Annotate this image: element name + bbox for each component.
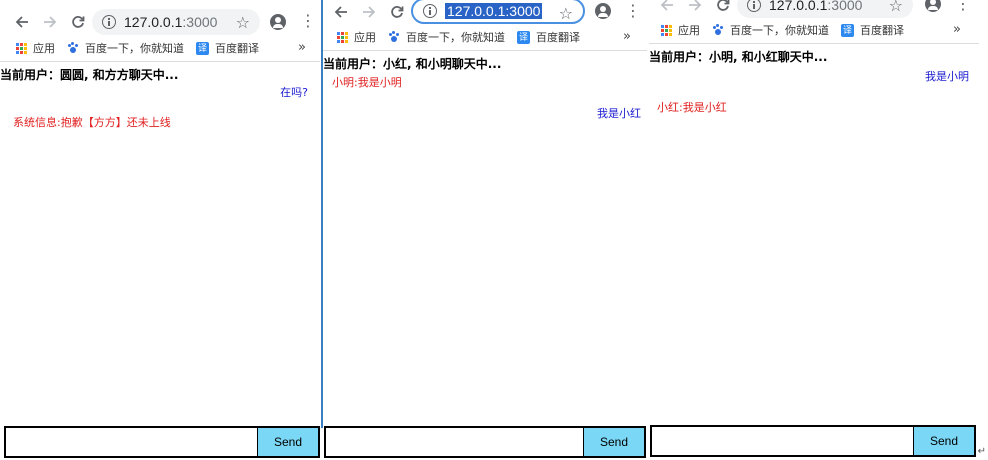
chat-title: 当前用户：小红, 和小明聊天中... <box>323 57 502 71</box>
bookmark-apps[interactable]: 应用 <box>16 40 55 56</box>
chat-message: 系统信息:抱歉【方方】还未上线 <box>13 116 171 129</box>
chat-message: 小明:我是小明 <box>332 76 402 89</box>
baidu-paw-icon <box>67 42 79 54</box>
chat-message: 小红:我是小红 <box>657 101 727 114</box>
browser-window-3: 127.0.0.1:3000 ☆ ⋮ 应用 百度一下，你就知道 译 百度翻译 »… <box>649 0 979 460</box>
bookmark-translate[interactable]: 译 百度翻译 <box>517 29 580 45</box>
message-composer: Send <box>324 426 646 458</box>
return-mark-icon: ↵ <box>977 446 986 457</box>
url-text[interactable]: 127.0.0.1:3000 <box>124 14 217 30</box>
info-icon[interactable] <box>102 15 116 29</box>
toolbar-separator <box>649 43 979 44</box>
reload-icon[interactable] <box>385 0 409 24</box>
browser-window-1: 127.0.0.1:3000 ☆ ⋮ 应用 百度一下，你就知道 译 百度翻译 »… <box>0 0 320 460</box>
apps-grid-icon <box>337 31 348 43</box>
arrow-left-icon[interactable] <box>329 0 353 24</box>
send-button[interactable]: Send <box>258 428 318 456</box>
address-bar[interactable]: 127.0.0.1:3000 ☆ <box>92 9 260 35</box>
arrow-left-icon[interactable] <box>655 0 679 17</box>
address-bar[interactable]: 127.0.0.1:3000 ☆ <box>411 0 585 24</box>
account-icon[interactable] <box>595 3 611 19</box>
apps-grid-icon <box>661 24 672 36</box>
bookmarks-bar: 应用 百度一下，你就知道 译 百度翻译 <box>323 26 647 48</box>
message-composer: Send <box>4 426 320 458</box>
translate-icon: 译 <box>517 30 530 44</box>
message-input[interactable] <box>652 427 914 455</box>
chat-message: 我是小明 <box>925 70 969 83</box>
star-icon[interactable]: ☆ <box>889 0 903 15</box>
reload-icon[interactable] <box>711 0 735 17</box>
reload-icon[interactable] <box>66 10 90 34</box>
address-bar[interactable]: 127.0.0.1:3000 ☆ <box>737 0 913 18</box>
bookmark-baidu[interactable]: 百度一下，你就知道 <box>67 40 184 56</box>
chat-message: 在吗? <box>280 86 308 99</box>
info-icon[interactable] <box>423 4 437 18</box>
arrow-left-icon[interactable] <box>10 10 34 34</box>
bookmark-translate[interactable]: 译 百度翻译 <box>196 40 259 56</box>
kebab-menu-icon[interactable]: ⋮ <box>300 13 316 29</box>
kebab-menu-icon[interactable]: ⋮ <box>955 0 971 12</box>
baidu-paw-icon <box>388 31 400 43</box>
chevrons-right-icon[interactable]: » <box>953 22 961 37</box>
arrow-right-icon[interactable] <box>38 10 62 34</box>
star-icon[interactable]: ☆ <box>236 13 250 32</box>
message-input[interactable] <box>6 428 258 456</box>
arrow-right-icon[interactable] <box>357 0 381 24</box>
bookmark-translate[interactable]: 译 百度翻译 <box>841 22 904 38</box>
chevrons-right-icon[interactable]: » <box>298 40 306 55</box>
account-icon[interactable] <box>270 14 286 30</box>
message-composer: Send <box>650 425 976 457</box>
baidu-paw-icon <box>712 24 724 36</box>
bookmark-apps[interactable]: 应用 <box>337 29 376 45</box>
chat-title: 当前用户：圆圆, 和方方聊天中... <box>0 68 179 82</box>
chevrons-right-icon[interactable]: » <box>623 29 631 44</box>
bookmark-baidu[interactable]: 百度一下，你就知道 <box>388 29 505 45</box>
bookmark-apps[interactable]: 应用 <box>661 22 700 38</box>
url-text[interactable]: 127.0.0.1:3000 <box>445 3 543 19</box>
info-icon[interactable] <box>747 0 761 12</box>
translate-icon: 译 <box>841 23 854 37</box>
kebab-menu-icon[interactable]: ⋮ <box>625 3 641 19</box>
bookmarks-bar: 应用 百度一下，你就知道 译 百度翻译 <box>649 19 979 41</box>
toolbar-separator <box>0 61 320 62</box>
apps-grid-icon <box>16 42 27 54</box>
send-button[interactable]: Send <box>584 428 644 456</box>
chat-message: 我是小红 <box>597 107 641 120</box>
bookmark-baidu[interactable]: 百度一下，你就知道 <box>712 22 829 38</box>
message-input[interactable] <box>326 428 584 456</box>
translate-icon: 译 <box>196 41 209 55</box>
browser-window-2: 127.0.0.1:3000 ☆ ⋮ 应用 百度一下，你就知道 译 百度翻译 »… <box>323 0 647 460</box>
arrow-right-icon[interactable] <box>683 0 707 17</box>
star-icon[interactable]: ☆ <box>559 4 573 23</box>
bookmarks-bar: 应用 百度一下，你就知道 译 百度翻译 <box>0 37 320 59</box>
send-button[interactable]: Send <box>914 427 974 455</box>
chat-title: 当前用户：小明, 和小红聊天中... <box>649 50 828 64</box>
url-text[interactable]: 127.0.0.1:3000 <box>769 0 862 13</box>
toolbar-separator <box>323 50 647 51</box>
